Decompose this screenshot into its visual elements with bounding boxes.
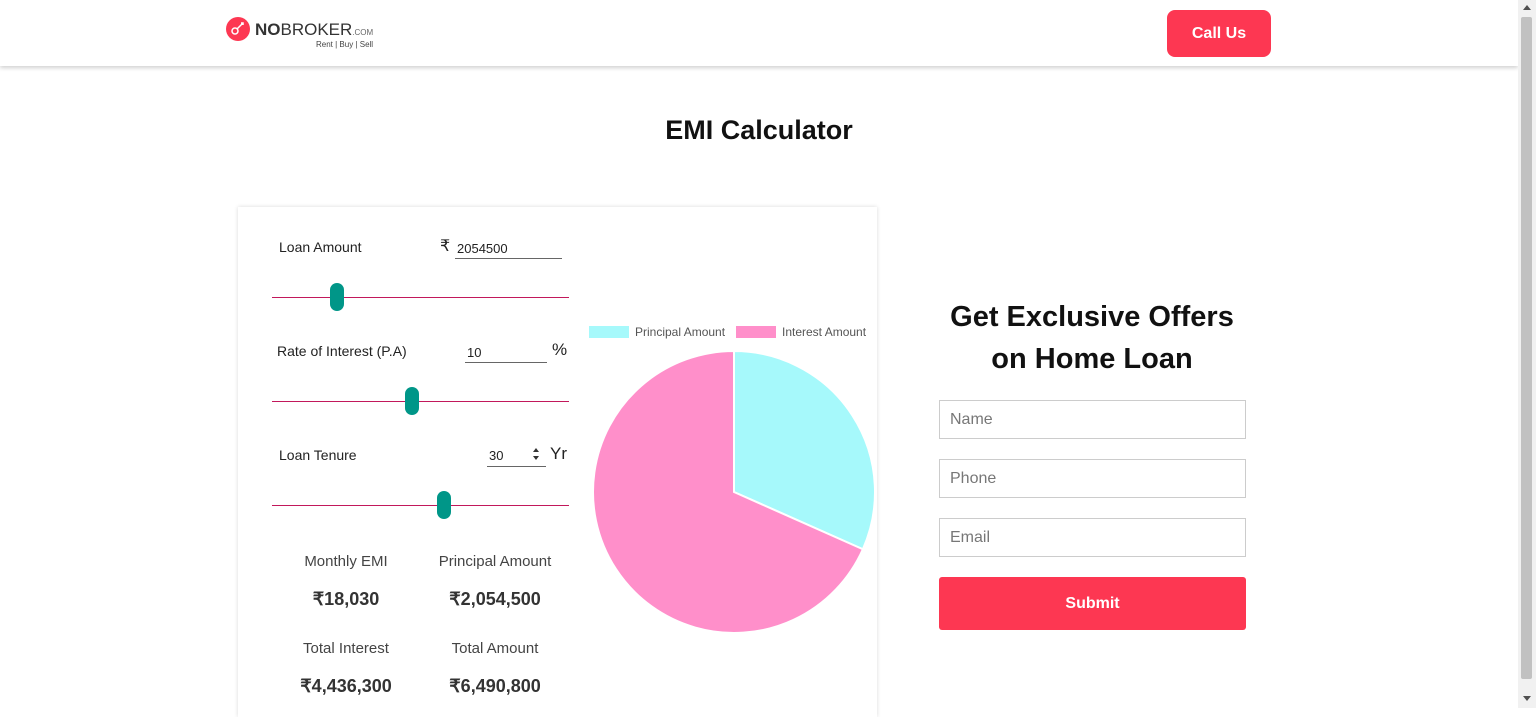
vertical-scrollbar[interactable]: [1518, 0, 1536, 708]
call-us-button[interactable]: Call Us: [1167, 10, 1271, 57]
offer-title-line2: on Home Loan: [991, 343, 1193, 375]
logo-icon: [226, 17, 250, 41]
phone-field[interactable]: [939, 459, 1246, 498]
scrollbar-thumb[interactable]: [1521, 17, 1532, 679]
emi-pie-chart: [592, 349, 876, 634]
offer-title: Get Exclusive Offers on Home Loan: [920, 296, 1264, 380]
emi-calculator-card: Loan Amount ₹ Rate of Interest (P.A) % L…: [238, 207, 877, 717]
scroll-up-arrow-icon[interactable]: [1523, 5, 1531, 10]
page-title: EMI Calculator: [665, 115, 853, 145]
name-field[interactable]: [939, 400, 1246, 439]
scroll-down-arrow-icon[interactable]: [1523, 696, 1531, 701]
top-header: NOBROKER.COM Rent | Buy | Sell Call Us: [0, 0, 1518, 66]
email-field[interactable]: [939, 518, 1246, 557]
logo-text: NOBROKER.COM: [255, 20, 374, 39]
submit-button[interactable]: Submit: [939, 577, 1246, 630]
offer-title-line1: Get Exclusive Offers: [950, 301, 1234, 333]
logo-tagline: Rent | Buy | Sell: [316, 40, 374, 49]
